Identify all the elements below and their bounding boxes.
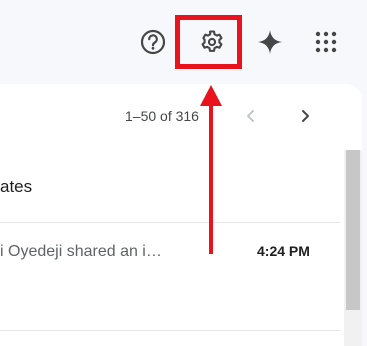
pagination-range: 1–50 of 316: [125, 108, 199, 124]
help-icon: [140, 29, 166, 55]
email-row-snippet[interactable]: i Oyedeji shared an i…: [0, 243, 162, 261]
category-tab-label[interactable]: ates: [0, 177, 32, 197]
older-page-button[interactable]: [293, 104, 317, 128]
scrollbar-thumb[interactable]: [346, 150, 360, 310]
chevron-left-icon: [247, 110, 254, 122]
newer-page-button[interactable]: [239, 104, 263, 128]
pointer-arrow: [200, 85, 222, 254]
help-button[interactable]: [133, 22, 173, 62]
divider: [0, 330, 340, 331]
email-row-time: 4:24 PM: [257, 243, 310, 259]
divider: [0, 222, 340, 223]
chevron-right-icon: [302, 110, 309, 122]
apps-grid-icon: [315, 31, 337, 53]
gemini-sparkle-icon: [258, 30, 282, 54]
settings-highlight-box: [175, 15, 242, 69]
gemini-button[interactable]: [250, 22, 290, 62]
apps-button[interactable]: [306, 22, 346, 62]
